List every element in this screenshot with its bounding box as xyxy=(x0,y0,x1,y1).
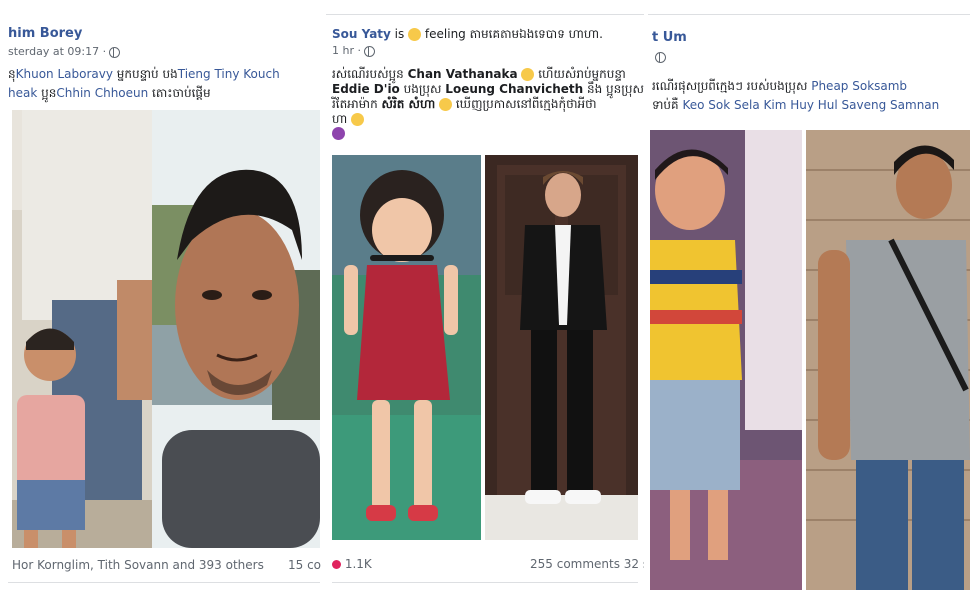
author-name[interactable]: t Um xyxy=(652,30,687,45)
divider xyxy=(648,14,970,15)
divider xyxy=(332,582,638,583)
laughing-emoji-icon xyxy=(408,28,422,41)
tagged-user[interactable]: Keo Sok Sela Kim Huy Hul Saveng Samnan xyxy=(682,98,939,112)
devil-emoji-icon xyxy=(332,127,345,140)
text-fragment: ហា xyxy=(332,112,348,126)
tagged-user[interactable]: Chan Vathanaka xyxy=(408,67,518,81)
childhood-photo-drawing xyxy=(12,110,152,548)
childhood-photo-drawing xyxy=(332,155,481,540)
text-fragment: នុ xyxy=(8,67,16,81)
reactions-summary[interactable]: 1.1K xyxy=(332,557,372,571)
adult-photo[interactable] xyxy=(485,155,638,540)
post-timestamp[interactable]: sterday at 09:17 · xyxy=(8,45,121,58)
childhood-photo[interactable] xyxy=(650,130,802,590)
timestamp-text: sterday at 09:17 · xyxy=(8,45,107,58)
globe-icon xyxy=(363,45,375,57)
post-text-line-3: រីតែអាម៉ាក សំរិត សំហា ឃើញប្រកាសនៅពីក្មេង… xyxy=(332,96,597,114)
post-panel-2: Sou Yaty is feeling តាមគេតាមឯងទេបាទ ហាហា… xyxy=(326,0,644,600)
text-fragment: ប្អូន xyxy=(37,86,57,100)
likes-summary[interactable]: Hor Kornglim, Tith Sovann and 393 others xyxy=(12,558,264,572)
text-fragment: ហើយសំរាប់ម្នកបន្ទា xyxy=(534,67,626,81)
childhood-photo-drawing xyxy=(650,130,802,590)
adult-photo[interactable] xyxy=(152,110,320,548)
divider xyxy=(326,14,644,15)
tagged-user[interactable]: Khuon Laboravy xyxy=(16,67,113,81)
text-fragment: នឹង ប្អូនប្រុស xyxy=(583,82,644,96)
globe-icon xyxy=(109,46,121,58)
tagged-user[interactable]: Eddie D'io xyxy=(332,82,400,96)
comments-count[interactable]: 15 co xyxy=(288,558,321,572)
adult-photo[interactable] xyxy=(806,130,970,590)
adult-photo-drawing xyxy=(485,155,638,540)
tagged-user[interactable]: Pheap Soksamb xyxy=(811,79,907,93)
heart-reaction-icon xyxy=(332,560,341,569)
reactions-count: 1.1K xyxy=(344,557,372,571)
tagged-user[interactable]: Tieng Tiny Kouch xyxy=(178,67,280,81)
text-fragment: បងប្រុស xyxy=(399,82,446,96)
text-fragment: is xyxy=(390,27,409,41)
post-text-line-5 xyxy=(332,126,345,140)
divider xyxy=(8,582,320,583)
post-timestamp[interactable] xyxy=(652,50,666,63)
tagged-user[interactable]: heak xyxy=(8,86,37,100)
tagged-user[interactable]: សំរិត សំហា xyxy=(382,97,436,111)
text-fragment: រីតែអាម៉ាក xyxy=(332,97,382,111)
crying-laugh-emoji-icon xyxy=(351,113,365,126)
post-timestamp[interactable]: 1 hr · xyxy=(332,44,375,57)
post-text-line-1: នុKhuon Laboravy ម្នកបន្ទាប់ បងTieng Tin… xyxy=(8,66,280,84)
panel-separator xyxy=(644,0,648,600)
timestamp-text: 1 hr · xyxy=(332,44,361,57)
childhood-photo[interactable] xyxy=(332,155,481,540)
text-fragment: រណើរផុសប្រពីក្មេងៗ របស់បងប្រុស xyxy=(652,79,812,93)
text-fragment: ទាប់គឺ xyxy=(652,98,683,112)
globe-icon xyxy=(655,51,666,63)
laughing-emoji-icon xyxy=(439,98,453,111)
author-name[interactable]: Sou Yaty xyxy=(332,27,391,41)
post-text-line-1: រណើរផុសប្រពីក្មេងៗ របស់បងប្រុស Pheap Sok… xyxy=(652,78,907,96)
author-name[interactable]: him Borey xyxy=(8,26,82,41)
tagged-user[interactable]: Chhin Chhoeun xyxy=(56,86,148,100)
post-text-line-2: heak ប្អូនChhin Chhoeun តោះចាប់ផ្ដើម xyxy=(8,85,211,103)
adult-photo-drawing xyxy=(152,110,320,548)
text-fragment: ម្នកបន្ទាប់ បង xyxy=(112,67,178,81)
text-fragment: តោះចាប់ផ្ដើម xyxy=(148,86,211,100)
comments-shares-count[interactable]: 255 comments 32 sl xyxy=(530,557,644,571)
post-panel-1: him Borey sterday at 09:17 · នុKhuon Lab… xyxy=(0,0,322,600)
feeling-text: feeling តាមគេតាមឯងទេបាទ ហាហា. xyxy=(424,27,603,41)
tagged-user[interactable]: Loeung Chanvicheth xyxy=(445,82,583,96)
post-panel-3: t Um រណើរផុសប្រពីក្មេងៗ របស់បងប្រុស Phea… xyxy=(648,0,970,600)
adult-photo-drawing xyxy=(806,130,970,590)
post-header: Sou Yaty is feeling តាមគេតាមឯងទេបាទ ហាហា… xyxy=(332,26,603,44)
text-fragment: រស់ណើរបស់ប្អូន xyxy=(332,67,408,81)
text-fragment: ឃើញប្រកាសនៅពីក្មេងកុំថាអីថា xyxy=(452,97,597,111)
childhood-photo[interactable] xyxy=(12,110,152,548)
laughing-emoji-icon xyxy=(521,68,535,81)
post-text-line-2: ទាប់គឺ Keo Sok Sela Kim Huy Hul Saveng S… xyxy=(652,97,939,115)
panel-separator xyxy=(322,0,326,600)
